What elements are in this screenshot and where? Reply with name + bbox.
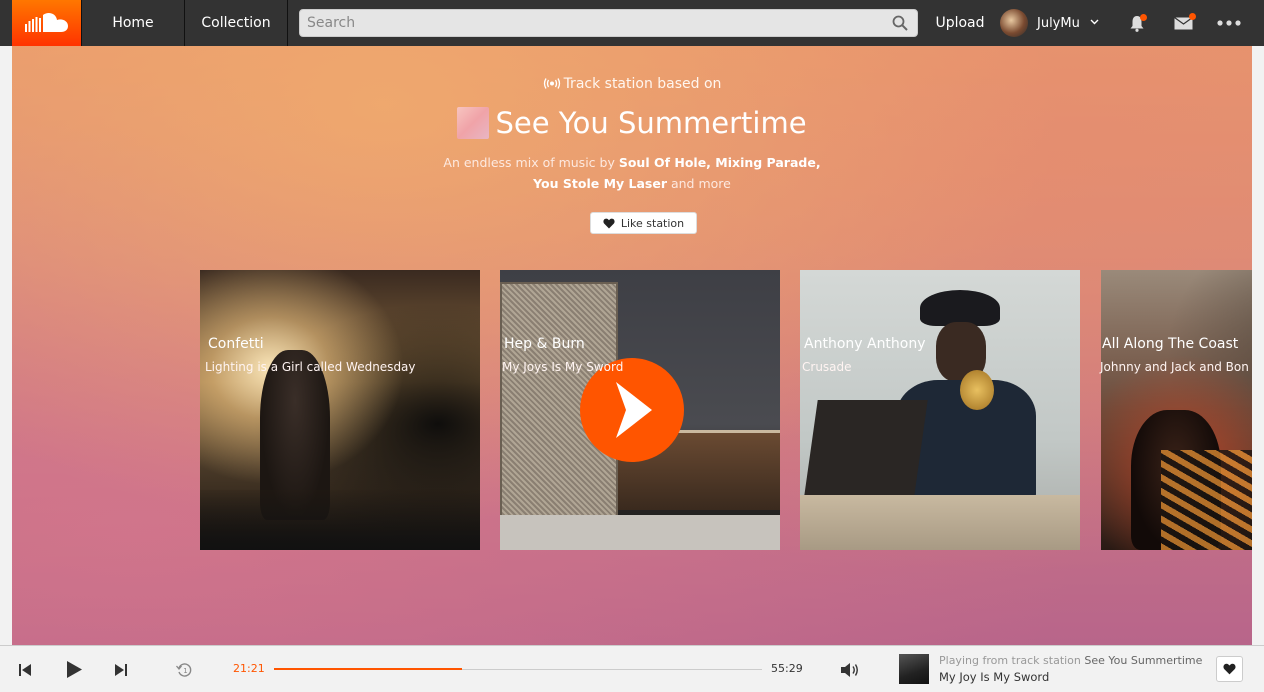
now-playing-artwork[interactable] (899, 654, 929, 684)
track-artwork[interactable] (200, 270, 480, 550)
skip-forward-icon (115, 663, 127, 676)
track-title[interactable]: All Along The Coast (1102, 336, 1238, 352)
upload-link[interactable]: Upload (928, 0, 992, 46)
track-artwork[interactable] (500, 270, 780, 550)
track-title[interactable]: Hep & Burn (504, 336, 585, 352)
soundcloud-logo[interactable] (12, 0, 81, 46)
avatar (1000, 9, 1028, 37)
station-artwork[interactable] (457, 107, 490, 139)
track-artwork[interactable] (1101, 270, 1252, 550)
total-time: 55:29 (771, 662, 803, 675)
broadcast-icon (543, 78, 560, 89)
context-prefix: Playing from track station (939, 654, 1081, 667)
desc-prefix: An endless mix of music by (443, 155, 619, 170)
repeat-button[interactable]: 1 (170, 646, 200, 692)
station-description: An endless mix of music by Soul Of Hole,… (432, 152, 832, 194)
like-track-button[interactable] (1216, 656, 1243, 682)
skip-back-icon (19, 663, 31, 676)
more-button[interactable] (1209, 0, 1249, 46)
notification-dot (1140, 14, 1147, 21)
track-card[interactable] (800, 270, 1080, 550)
desc-suffix: and more (667, 176, 731, 191)
like-station-button[interactable]: Like station (590, 212, 697, 234)
nav-home[interactable]: Home (81, 0, 185, 46)
volume-icon (841, 662, 858, 677)
like-station-label: Like station (620, 216, 685, 230)
track-artist[interactable]: Crusade (802, 360, 852, 374)
message-dot (1189, 13, 1196, 20)
search-input[interactable] (300, 10, 917, 36)
track-artist[interactable]: My Joys Is My Sword (502, 360, 623, 374)
heart-icon (603, 218, 615, 228)
chevron-down-icon (1090, 18, 1099, 28)
progress-bar[interactable] (274, 668, 762, 670)
play-pause-button[interactable] (59, 646, 89, 692)
svg-text:1: 1 (183, 667, 187, 675)
play-icon (66, 661, 82, 678)
notifications-button[interactable] (1117, 0, 1157, 46)
nav-collection[interactable]: Collection (185, 0, 288, 46)
play-icon (616, 382, 652, 438)
track-title[interactable]: Confetti (208, 336, 264, 352)
heart-icon (1223, 663, 1236, 675)
search-box (299, 9, 918, 37)
more-icon (1217, 20, 1241, 26)
track-title[interactable]: Anthony Anthony (804, 336, 926, 352)
now-playing-context: Playing from track station See You Summe… (939, 654, 1202, 667)
now-playing-title[interactable]: My Joy Is My Sword (939, 670, 1049, 684)
username: JulyMu (1037, 15, 1080, 31)
context-station-link[interactable]: See You Summertime (1084, 654, 1202, 667)
soundcloud-cloud-icon (24, 12, 68, 32)
previous-button[interactable] (10, 646, 40, 692)
station-hero: Track station based on See You Summertim… (12, 46, 1252, 645)
track-artist[interactable]: Johnny and Jack and Bon (1100, 360, 1249, 374)
current-time: 21:21 (233, 662, 265, 675)
track-card[interactable] (200, 270, 480, 550)
repeat-icon: 1 (176, 662, 192, 677)
player-bar: 1 21:21 55:29 Playing from track station… (0, 645, 1264, 692)
next-button[interactable] (106, 646, 136, 692)
station-title-text[interactable]: See You Summertime (495, 106, 806, 140)
search-icon[interactable] (892, 15, 908, 31)
station-title: See You Summertime (12, 106, 1252, 140)
progress-fill (274, 668, 462, 670)
track-card[interactable] (500, 270, 780, 550)
track-card[interactable] (1101, 270, 1252, 550)
track-artwork[interactable] (800, 270, 1080, 550)
track-artist[interactable]: Lighting is a Girl called Wednesday (205, 360, 416, 374)
station-label: Track station based on (12, 76, 1252, 92)
station-label-text: Track station based on (563, 76, 722, 92)
user-menu[interactable]: JulyMu (1000, 0, 1112, 46)
messages-button[interactable] (1163, 0, 1203, 46)
top-bar: Home Collection Upload JulyMu (0, 0, 1264, 46)
volume-button[interactable] (835, 646, 865, 692)
